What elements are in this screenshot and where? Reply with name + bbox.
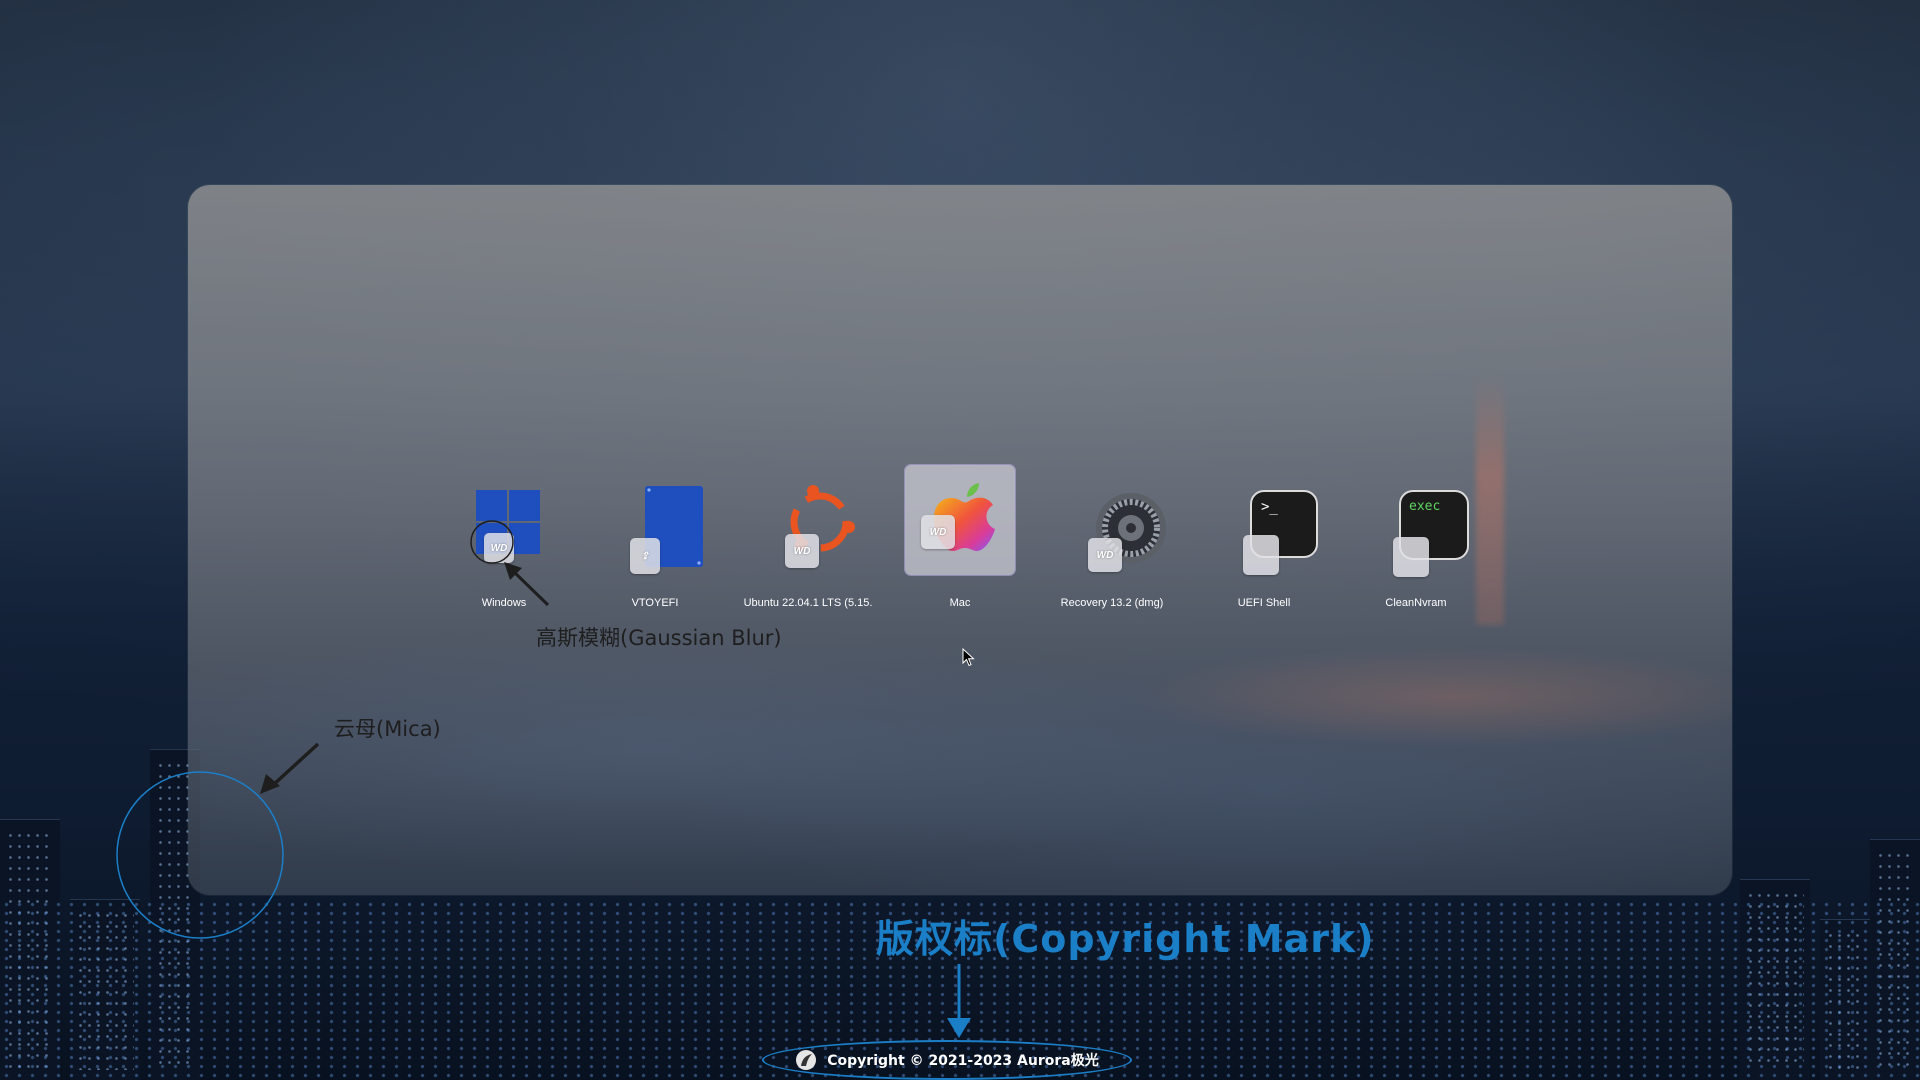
boot-entry-cleannvram[interactable]: exec CleanNvram	[1341, 465, 1491, 609]
vtoyefi-tile: ⇪	[600, 465, 710, 575]
boot-entry-label: Ubuntu 22.04.1 LTS (5.15.	[743, 597, 873, 609]
cleannvram-tile: exec	[1361, 465, 1471, 577]
ubuntu-tile: WD	[753, 465, 863, 575]
usb-symbol-icon: ⇪	[630, 538, 660, 574]
wd-drive-icon: WD	[785, 534, 819, 568]
mac-tile: WD	[905, 465, 1015, 575]
copyright-text: Copyright © 2021-2023 Aurora极光	[827, 1053, 1099, 1069]
boot-entry-label: UEFI Shell	[1237, 597, 1291, 609]
mica-annotation: 云母(Mica)	[334, 717, 441, 741]
copyright-bar: Copyright © 2021-2023 Aurora极光	[762, 1040, 1132, 1080]
gaussian-blur-annotation: 高斯模糊(Gaussian Blur)	[536, 626, 782, 650]
boot-entry-label: Recovery 13.2 (dmg)	[1060, 597, 1164, 609]
svg-text:exec: exec	[1409, 499, 1440, 514]
boot-entry-label: VTOYEFI	[631, 597, 679, 609]
blur-annotation-arrow	[504, 562, 550, 607]
svg-text:>_: >_	[1261, 499, 1278, 515]
boot-entry-ubuntu[interactable]: WD Ubuntu 22.04.1 LTS (5.15.	[733, 465, 883, 609]
boot-entry-uefi-shell[interactable]: >_ UEFI Shell	[1189, 465, 1339, 609]
copyright-annotation-arrow	[947, 964, 971, 1038]
boot-entry-vtoyefi[interactable]: ⇪ VTOYEFI	[580, 465, 730, 609]
recovery-tile: WD	[1057, 465, 1167, 575]
boot-entry-label: Mac	[949, 597, 971, 609]
drive-icon	[1393, 537, 1429, 577]
wd-drive-icon: WD	[921, 515, 955, 549]
boot-entry-recovery[interactable]: WD Recovery 13.2 (dmg)	[1037, 465, 1187, 609]
copyright-mark-annotation: 版权标(Copyright Mark)	[876, 917, 1375, 961]
mouse-cursor-icon	[962, 648, 975, 667]
boot-entry-mac[interactable]: WD Mac	[885, 465, 1035, 609]
uefi-shell-tile: >_	[1209, 465, 1319, 575]
mica-annotation-circle	[116, 771, 284, 939]
wd-drive-icon: WD	[1088, 538, 1122, 572]
drive-icon	[1243, 535, 1279, 575]
boot-entry-label: CleanNvram	[1385, 597, 1447, 609]
aurora-logo-icon	[796, 1050, 817, 1070]
